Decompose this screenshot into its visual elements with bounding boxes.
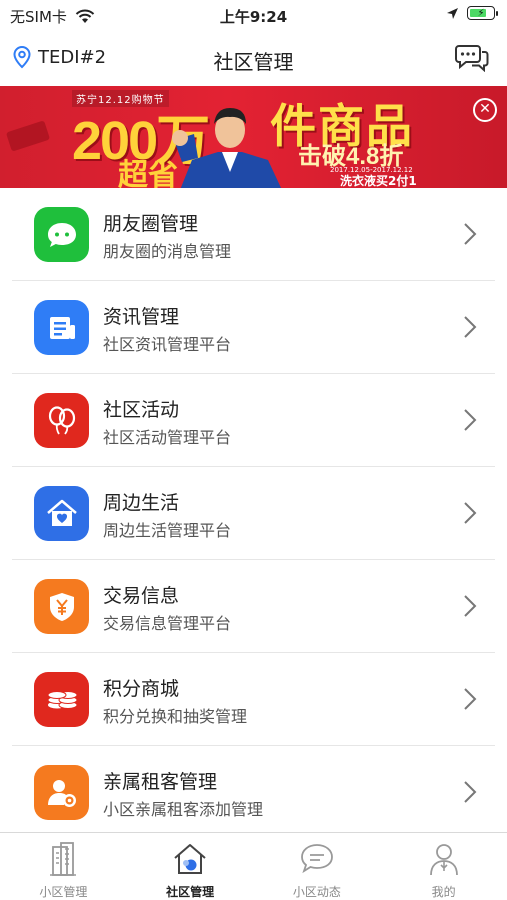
menu-item-subtitle: 小区亲属租客添加管理	[103, 800, 264, 819]
messages-icon	[455, 45, 489, 73]
menu-item-subtitle: 社区活动管理平台	[103, 428, 232, 447]
menu-item-subtitle: 社区资讯管理平台	[103, 335, 232, 354]
menu-item-subtitle: 积分兑换和抽奖管理	[103, 707, 248, 726]
nav-bar: TEDI#2 社区管理	[0, 32, 507, 86]
banner-decoration	[5, 120, 51, 152]
menu-item-family-tenants[interactable]: 亲属租客管理 小区亲属租客添加管理	[0, 746, 507, 839]
tab-estate-management[interactable]: 小区管理	[0, 833, 127, 900]
menu-item-title: 社区活动	[103, 399, 180, 421]
user-gear-icon	[34, 765, 89, 820]
tab-label: 小区管理	[39, 885, 88, 899]
status-bar: 无SIM卡 上午9:24 ⚡	[0, 0, 507, 30]
tab-profile[interactable]: 我的	[380, 833, 507, 900]
tab-community-management[interactable]: 社区管理	[127, 833, 254, 900]
menu-list: 朋友圈管理 朋友圈的消息管理 资讯管理 社区资讯管理平台 社区活动 社区活动管理…	[0, 188, 507, 839]
tab-label: 社区管理	[166, 885, 215, 899]
menu-item-subtitle: 周边生活管理平台	[103, 521, 232, 540]
tab-label: 小区动态	[292, 885, 341, 899]
menu-item-title: 资讯管理	[103, 306, 180, 328]
tab-estate-news[interactable]: 小区动态	[254, 833, 381, 900]
battery-icon: ⚡	[467, 6, 498, 20]
menu-item-title: 积分商城	[103, 678, 180, 700]
home-heart-icon	[34, 486, 89, 541]
menu-item-activities[interactable]: 社区活动 社区活动管理平台	[0, 374, 507, 467]
menu-item-subtitle: 朋友圈的消息管理	[103, 242, 232, 261]
chevron-right-icon	[464, 223, 477, 245]
close-icon: ✕	[479, 101, 491, 117]
chevron-right-icon	[464, 502, 477, 524]
tab-bar: 小区管理 社区管理 小区动态 我的	[0, 832, 507, 900]
profile-icon	[429, 844, 458, 876]
yuan-shield-icon	[34, 579, 89, 634]
menu-item-trade-info[interactable]: 交易信息 交易信息管理平台	[0, 560, 507, 653]
location-arrow-icon	[447, 7, 458, 19]
messages-button[interactable]	[455, 42, 489, 76]
banner-close-button[interactable]: ✕	[473, 98, 497, 122]
news-doc-icon	[34, 300, 89, 355]
status-time: 上午9:24	[219, 8, 288, 26]
menu-item-subtitle: 交易信息管理平台	[103, 614, 232, 633]
banner-sub-text: 超省	[118, 159, 178, 188]
community-home-icon	[174, 844, 206, 874]
promo-banner[interactable]: 苏宁12.12购物节 200万 超省 件商品 击破4.8折 2017.12.05…	[0, 86, 507, 188]
chat-bubble-icon	[34, 207, 89, 262]
chat-feed-icon	[300, 844, 333, 874]
chevron-right-icon	[464, 409, 477, 431]
chevron-right-icon	[464, 688, 477, 710]
chevron-right-icon	[464, 595, 477, 617]
menu-item-title: 朋友圈管理	[103, 213, 199, 235]
menu-item-title: 亲属租客管理	[103, 771, 218, 793]
menu-item-title: 交易信息	[103, 585, 180, 607]
menu-item-nearby-life[interactable]: 周边生活 周边生活管理平台	[0, 467, 507, 560]
tab-label: 我的	[431, 885, 456, 899]
menu-item-news[interactable]: 资讯管理 社区资讯管理平台	[0, 281, 507, 374]
building-icon	[50, 842, 77, 876]
coin-stack-icon	[34, 672, 89, 727]
menu-item-moments[interactable]: 朋友圈管理 朋友圈的消息管理	[0, 188, 507, 281]
balloons-icon	[34, 393, 89, 448]
chevron-right-icon	[464, 316, 477, 338]
chevron-right-icon	[464, 781, 477, 803]
menu-item-points-mall[interactable]: 积分商城 积分兑换和抽奖管理	[0, 653, 507, 746]
status-right: ⚡	[446, 6, 498, 20]
banner-promo-text: 洗衣液买2付1	[340, 174, 417, 188]
page-title: 社区管理	[213, 50, 294, 74]
menu-item-title: 周边生活	[103, 492, 180, 514]
